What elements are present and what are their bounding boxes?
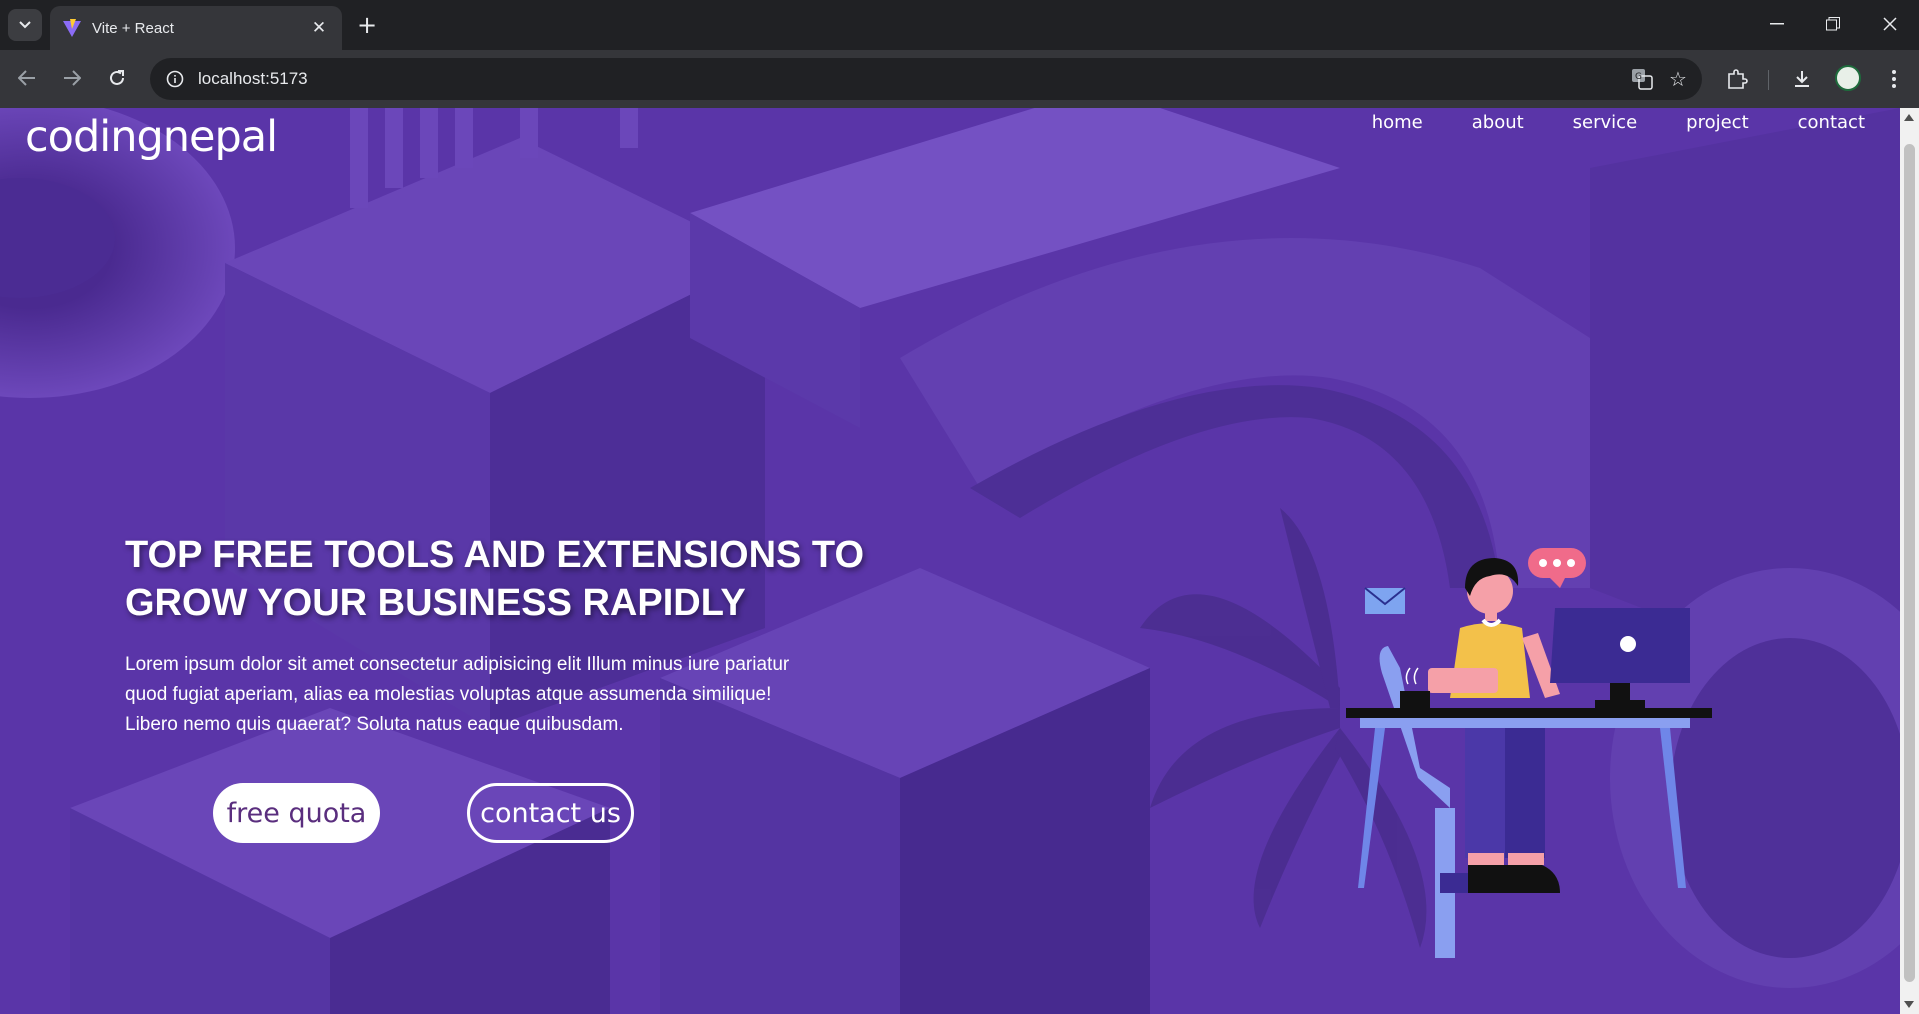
main-nav: home about service project contact xyxy=(1323,112,1865,133)
scroll-down-icon[interactable] xyxy=(1904,1001,1914,1008)
chevron-down-icon xyxy=(19,21,31,29)
tab-search-button[interactable] xyxy=(8,9,42,41)
scrollbar-thumb[interactable] xyxy=(1904,144,1915,982)
nav-contact[interactable]: contact xyxy=(1798,112,1865,133)
reload-button[interactable] xyxy=(99,60,135,96)
contact-us-button[interactable]: contact us xyxy=(467,783,634,843)
hero-text-line-3: Libero nemo quis quaerat? Soluta natus e… xyxy=(125,714,624,735)
tab-title: Vite + React xyxy=(92,19,174,37)
browser-tab[interactable]: Vite + React ✕ xyxy=(50,6,342,50)
info-icon xyxy=(166,70,184,88)
download-icon xyxy=(1795,71,1809,87)
toolbar-divider xyxy=(1768,70,1769,90)
nav-home[interactable]: home xyxy=(1372,112,1423,133)
site-logo[interactable]: codingnepal xyxy=(25,112,278,162)
svg-text:G: G xyxy=(1635,72,1642,82)
hero-text-line-1: Lorem ipsum dolor sit amet consectetur a… xyxy=(125,654,790,675)
scroll-up-icon[interactable] xyxy=(1904,114,1914,121)
restore-icon xyxy=(1826,17,1840,31)
page-viewport: codingnepal home about service project c… xyxy=(0,108,1919,1014)
address-bar[interactable]: localhost:5173 G ☆ xyxy=(150,58,1702,100)
envelope-icon xyxy=(1364,587,1406,614)
star-icon: ☆ xyxy=(1669,67,1687,91)
plus-icon: + xyxy=(356,11,378,39)
reload-icon xyxy=(110,70,124,85)
close-window-button[interactable] xyxy=(1870,8,1910,40)
person-at-desk-illustration xyxy=(1346,548,1712,958)
hero-title-line-2: GROW YOUR BUSINESS RAPIDLY xyxy=(125,582,746,624)
hero-title: TOP FREE TOOLS AND EXTENSIONS TO GROW YO… xyxy=(125,531,885,627)
forward-button[interactable] xyxy=(54,60,90,96)
puzzle-icon xyxy=(1728,69,1748,89)
arrow-left-icon xyxy=(18,70,35,86)
browser-toolbar: localhost:5173 G ☆ xyxy=(0,50,1919,108)
new-tab-button[interactable]: + xyxy=(352,10,382,40)
translate-button[interactable]: G xyxy=(1624,61,1660,97)
nav-service[interactable]: service xyxy=(1573,112,1637,133)
nav-about[interactable]: about xyxy=(1472,112,1524,133)
back-button[interactable] xyxy=(9,60,45,96)
monitor-icon xyxy=(1550,608,1690,708)
profile-avatar[interactable] xyxy=(1835,65,1861,91)
arrow-right-icon xyxy=(64,70,81,86)
site-info-button[interactable] xyxy=(162,66,188,92)
more-vertical-icon xyxy=(1892,70,1896,88)
extensions-button[interactable] xyxy=(1718,60,1756,98)
vite-logo-icon xyxy=(63,19,81,37)
url-text[interactable]: localhost:5173 xyxy=(198,69,1624,89)
close-icon xyxy=(1883,17,1897,31)
minimize-button[interactable] xyxy=(1757,8,1797,40)
page-scrollbar[interactable] xyxy=(1900,108,1919,1014)
hero-title-line-1: TOP FREE TOOLS AND EXTENSIONS TO xyxy=(125,534,865,576)
free-quota-button[interactable]: free quota xyxy=(213,783,380,843)
minimize-icon xyxy=(1770,23,1784,25)
hero-text-line-2: quod fugiat aperiam, alias ea molestias … xyxy=(125,684,772,705)
restore-button[interactable] xyxy=(1813,8,1853,40)
translate-icon: G xyxy=(1632,69,1653,90)
browser-menu-button[interactable] xyxy=(1875,60,1913,98)
browser-tabstrip: Vite + React ✕ + xyxy=(0,0,1919,50)
hero-description: Lorem ipsum dolor sit amet consectetur a… xyxy=(125,650,855,740)
chat-bubble-icon xyxy=(1528,548,1586,588)
close-icon[interactable]: ✕ xyxy=(308,18,330,38)
download-button[interactable] xyxy=(1783,60,1821,98)
bookmark-button[interactable]: ☆ xyxy=(1660,61,1696,97)
nav-project[interactable]: project xyxy=(1686,112,1748,133)
